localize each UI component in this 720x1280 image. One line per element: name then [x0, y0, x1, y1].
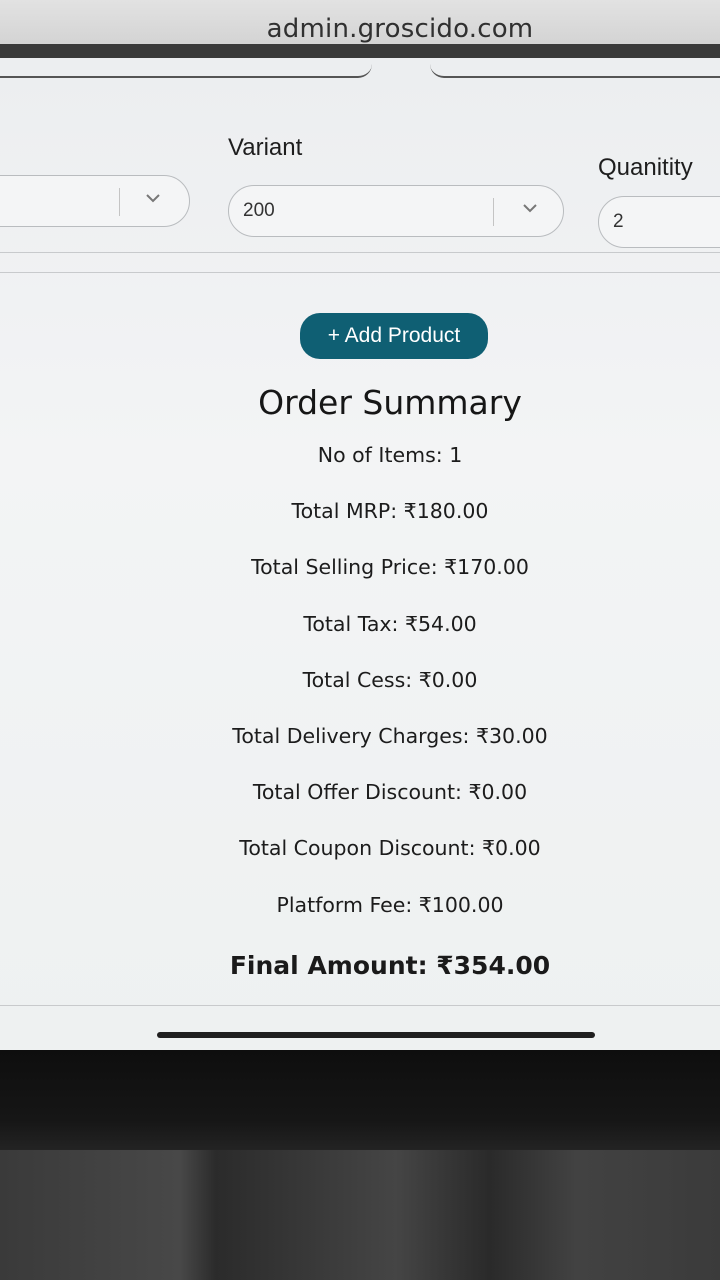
- home-indicator[interactable]: [157, 1032, 595, 1038]
- total-coupon-discount: Total Coupon Discount: ₹0.00: [239, 836, 541, 861]
- order-page: Variant 200 Quanitity 2 + Add Product Or…: [0, 58, 720, 1050]
- total-selling-price: Total Selling Price: ₹170.00: [251, 555, 529, 580]
- quantity-input[interactable]: 2: [598, 196, 720, 248]
- total-cess: Total Cess: ₹0.00: [302, 667, 478, 692]
- variant-select[interactable]: 200: [228, 185, 564, 237]
- background-surface: [0, 1150, 720, 1280]
- order-summary-title: Order Summary: [258, 383, 522, 422]
- previous-field-edge: [0, 58, 372, 78]
- total-offer-discount: Total Offer Discount: ₹0.00: [252, 780, 528, 805]
- total-mrp: Total MRP: ₹180.00: [291, 499, 489, 524]
- final-amount: Final Amount: ₹354.00: [229, 950, 551, 980]
- device-bezel: [0, 1050, 720, 1150]
- form-divider: [0, 272, 720, 273]
- browser-address-bar[interactable]: admin.groscido.com: [0, 0, 720, 58]
- product-select[interactable]: [0, 175, 190, 227]
- variant-value: 200: [243, 200, 275, 221]
- url-text[interactable]: admin.groscido.com: [0, 14, 720, 44]
- select-separator: [119, 188, 120, 216]
- chevron-down-icon[interactable]: [141, 186, 165, 210]
- total-delivery-charges: Total Delivery Charges: ₹30.00: [232, 723, 548, 748]
- quantity-value: 2: [613, 211, 624, 232]
- select-separator: [493, 198, 494, 226]
- add-product-button[interactable]: + Add Product: [300, 313, 488, 359]
- browser-toolbar-edge: [0, 44, 720, 58]
- order-summary: Order Summary No of Items: 1 Total MRP: …: [0, 383, 720, 986]
- platform-fee: Platform Fee: ₹100.00: [276, 892, 504, 917]
- chevron-down-icon[interactable]: [518, 196, 542, 220]
- total-tax: Total Tax: ₹54.00: [303, 611, 477, 636]
- form-divider: [0, 252, 720, 253]
- bottom-divider: [0, 1005, 720, 1006]
- previous-field-edge-right: [430, 58, 720, 78]
- items-count: No of Items: 1: [317, 443, 463, 467]
- variant-label: Variant: [228, 134, 303, 161]
- quantity-label: Quanitity: [598, 154, 693, 181]
